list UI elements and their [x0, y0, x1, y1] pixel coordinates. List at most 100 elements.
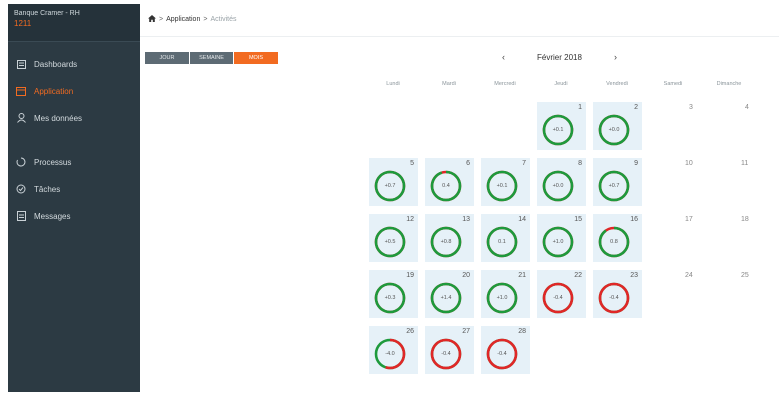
- sidebar-item-label: Dashboards: [34, 59, 78, 69]
- calendar-day-cell[interactable]: 13 +0.8: [425, 214, 474, 262]
- breadcrumb: > Application > Activités: [148, 15, 237, 24]
- sidebar-item-label: Mes données: [34, 113, 83, 123]
- day-value: 0.1: [498, 239, 506, 245]
- brand-code: 1211: [14, 19, 32, 28]
- sidebar-item-dashboards[interactable]: Dashboards: [8, 53, 140, 75]
- calendar-day-cell[interactable]: 15 +1.0: [537, 214, 586, 262]
- weekend-day[interactable]: 11: [741, 160, 748, 167]
- day-number: 13: [462, 216, 470, 223]
- day-number: 8: [578, 160, 582, 167]
- sidebar-item-label: Processus: [34, 157, 72, 167]
- view-month-button[interactable]: MOIS: [234, 52, 278, 64]
- calendar-day-cell[interactable]: 5 +0.7: [369, 158, 418, 206]
- brand: Banque Cramer - RH 1211: [8, 4, 140, 42]
- weekend-day[interactable]: 24: [685, 272, 693, 279]
- day-number: 26: [406, 328, 414, 335]
- dashboard-icon: [16, 59, 26, 69]
- day-number: 5: [410, 160, 414, 167]
- next-month-button[interactable]: ›: [614, 52, 617, 62]
- weekday-header: Lundi: [386, 81, 400, 87]
- calendar-day-cell[interactable]: 2 +0.0: [593, 102, 642, 150]
- day-value: +0.0: [552, 183, 564, 189]
- sidebar-item-taches[interactable]: Tâches: [8, 178, 140, 200]
- home-icon[interactable]: [148, 15, 156, 24]
- breadcrumb-separator: >: [203, 16, 208, 23]
- day-value: -0.4: [553, 295, 563, 301]
- sidebar: Banque Cramer - RH 1211 Dashboards Appli…: [8, 4, 140, 392]
- breadcrumb-current: Activités: [210, 16, 237, 23]
- day-number: 16: [630, 216, 638, 223]
- day-value: -0.4: [609, 295, 619, 301]
- weekend-day[interactable]: 3: [689, 104, 693, 111]
- day-value: -0.4: [497, 351, 507, 357]
- month-label: Février 2018: [537, 53, 582, 62]
- day-value: +1.0: [552, 239, 564, 245]
- calendar-day-cell[interactable]: 12 +0.5: [369, 214, 418, 262]
- calendar-day-cell[interactable]: 8 +0.0: [537, 158, 586, 206]
- calendar-day-cell[interactable]: 22 -0.4: [537, 270, 586, 318]
- breadcrumb-separator: >: [159, 16, 164, 23]
- day-value: +0.1: [496, 183, 508, 189]
- day-number: 12: [406, 216, 414, 223]
- calendar-day-cell[interactable]: 27 -0.4: [425, 326, 474, 374]
- sidebar-item-processus[interactable]: Processus: [8, 151, 140, 173]
- day-value: +0.5: [384, 239, 396, 245]
- calendar-day-cell[interactable]: 9 +0.7: [593, 158, 642, 206]
- day-number: 21: [518, 272, 526, 279]
- application-icon: [16, 86, 26, 96]
- weekday-header: Mardi: [442, 81, 456, 87]
- day-value: +1.0: [496, 295, 508, 301]
- day-value: +0.0: [608, 127, 620, 133]
- day-number: 9: [634, 160, 638, 167]
- day-value: +1.4: [440, 295, 452, 301]
- sidebar-item-label: Tâches: [34, 184, 61, 194]
- day-value: +0.7: [608, 183, 620, 189]
- calendar-day-cell[interactable]: 14 0.1: [481, 214, 530, 262]
- calendar-day-cell[interactable]: 16 0.8: [593, 214, 642, 262]
- weekday-header: Jeudi: [554, 81, 568, 87]
- weekday-header: Vendredi: [606, 81, 628, 87]
- day-number: 19: [406, 272, 414, 279]
- day-value: 0.4: [442, 183, 450, 189]
- weekend-day[interactable]: 10: [685, 160, 693, 167]
- day-number: 27: [462, 328, 470, 335]
- day-number: 2: [634, 104, 638, 111]
- breadcrumb-application[interactable]: Application: [166, 16, 200, 23]
- day-number: 14: [518, 216, 526, 223]
- weekend-day[interactable]: 18: [741, 216, 749, 223]
- user-icon: [16, 113, 26, 123]
- day-value: +0.3: [384, 295, 396, 301]
- weekday-header: Dimanche: [716, 81, 742, 87]
- day-value: +0.7: [384, 183, 396, 189]
- calendar-day-cell[interactable]: 19 +0.3: [369, 270, 418, 318]
- day-number: 23: [630, 272, 638, 279]
- sidebar-item-application[interactable]: Application: [8, 80, 140, 102]
- day-number: 22: [574, 272, 582, 279]
- weekday-header: Mercredi: [494, 81, 516, 87]
- view-week-button[interactable]: SEMAINE: [190, 52, 233, 64]
- day-value: -0.4: [441, 351, 451, 357]
- calendar-day-cell[interactable]: 6 0.4: [425, 158, 474, 206]
- prev-month-button[interactable]: ‹: [502, 52, 505, 62]
- day-number: 20: [462, 272, 470, 279]
- weekend-day[interactable]: 4: [745, 104, 749, 111]
- calendar-day-cell[interactable]: 26 -4.0: [369, 326, 418, 374]
- calendar-day-cell[interactable]: 21 +1.0: [481, 270, 530, 318]
- top-bar: > Application > Activités: [140, 4, 779, 37]
- messages-icon: [16, 211, 26, 221]
- day-value: +0.1: [552, 127, 564, 133]
- sidebar-item-mes-donnees[interactable]: Mes données: [8, 107, 140, 129]
- calendar-day-cell[interactable]: 20 +1.4: [425, 270, 474, 318]
- sidebar-item-messages[interactable]: Messages: [8, 205, 140, 227]
- weekend-day[interactable]: 17: [685, 216, 693, 223]
- day-value: -4.0: [385, 351, 395, 357]
- process-icon: [16, 157, 26, 167]
- view-day-button[interactable]: JOUR: [145, 52, 189, 64]
- calendar-day-cell[interactable]: 1 +0.1: [537, 102, 586, 150]
- weekend-day[interactable]: 25: [741, 272, 749, 279]
- check-circle-icon: [16, 184, 26, 194]
- day-value: +0.8: [440, 239, 452, 245]
- calendar-day-cell[interactable]: 28 -0.4: [481, 326, 530, 374]
- calendar-day-cell[interactable]: 23 -0.4: [593, 270, 642, 318]
- calendar-day-cell[interactable]: 7 +0.1: [481, 158, 530, 206]
